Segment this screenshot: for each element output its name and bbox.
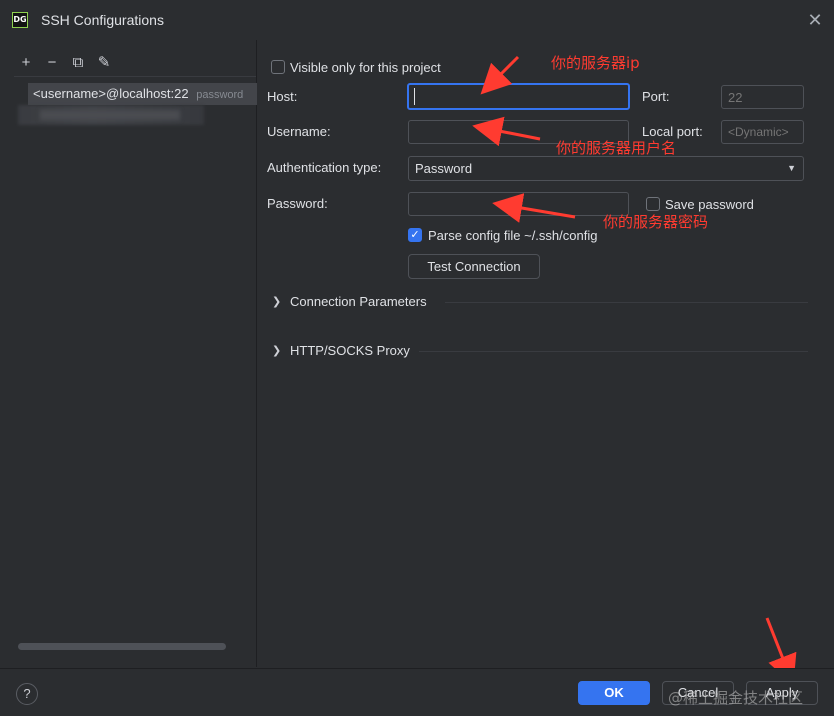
password-label: Password: <box>267 196 328 211</box>
list-item[interactable]: <username>@localhost:22 password <box>28 83 257 105</box>
chevron-down-icon: ▼ <box>787 163 796 173</box>
save-password-label: Save password <box>665 197 754 212</box>
password-annotation: 你的服务器密码 <box>603 213 709 231</box>
test-connection-button[interactable]: Test Connection <box>408 254 540 279</box>
save-password-checkbox[interactable] <box>646 197 660 211</box>
list-toolbar: + − ⧉ ✎ <box>18 54 112 72</box>
datagrip-logo-icon: DG <box>12 12 28 28</box>
text-caret <box>414 88 415 105</box>
blurred-item-text <box>40 110 180 120</box>
password-input[interactable] <box>408 192 629 216</box>
host-label: Host: <box>267 89 298 104</box>
section-connection-parameters[interactable]: ❯ Connection Parameters <box>272 292 427 310</box>
parse-config-label: Parse config file ~/.ssh/config <box>428 228 598 243</box>
auth-type-select[interactable]: Password ▼ <box>408 156 804 181</box>
parse-config-checkbox[interactable]: ✓ <box>408 228 422 242</box>
chevron-right-icon: ❯ <box>272 344 282 357</box>
username-label: Username: <box>267 124 331 139</box>
list-item-label: <username>@localhost:22 <box>33 86 189 101</box>
configurations-list-panel: + − ⧉ ✎ <username>@localhost:22 password <box>0 40 257 667</box>
close-icon[interactable]: ✕ <box>805 10 825 30</box>
dialog-footer: ? OK Cancel Apply @稀土掘金技术社区 <box>0 668 834 716</box>
port-label: Port: <box>642 89 670 104</box>
section-http-socks-proxy[interactable]: ❯ HTTP/SOCKS Proxy <box>272 341 410 359</box>
ok-button[interactable]: OK <box>578 681 650 705</box>
host-input[interactable] <box>407 83 630 110</box>
section-divider <box>419 351 808 352</box>
horizontal-scrollbar[interactable] <box>18 643 226 650</box>
copy-icon[interactable]: ⧉ <box>70 54 86 72</box>
list-item-auth-type: password <box>196 89 244 101</box>
toolbar-divider <box>14 76 256 77</box>
section-divider <box>445 302 808 303</box>
username-annotation: 你的服务器用户名 <box>556 139 677 157</box>
title-bar: DG SSH Configurations ✕ <box>0 0 834 40</box>
add-icon[interactable]: + <box>18 54 34 72</box>
auth-type-label: Authentication type: <box>267 160 382 175</box>
remove-icon[interactable]: − <box>44 54 60 72</box>
port-input[interactable] <box>721 85 804 109</box>
local-port-input[interactable] <box>721 120 804 144</box>
edit-icon[interactable]: ✎ <box>96 54 112 72</box>
help-icon[interactable]: ? <box>16 683 38 705</box>
watermark: @稀土掘金技术社区 <box>668 689 804 707</box>
visible-only-checkbox[interactable] <box>271 60 285 74</box>
auth-type-value: Password <box>415 161 473 176</box>
section-label: Connection Parameters <box>290 293 427 309</box>
apply-arrow <box>765 617 797 686</box>
section-label: HTTP/SOCKS Proxy <box>290 342 410 358</box>
chevron-right-icon: ❯ <box>272 295 282 308</box>
host-arrow <box>480 55 520 95</box>
host-annotation: 你的服务器ip <box>551 54 640 72</box>
window-title: SSH Configurations <box>41 12 164 28</box>
visible-only-label: Visible only for this project <box>290 60 441 75</box>
